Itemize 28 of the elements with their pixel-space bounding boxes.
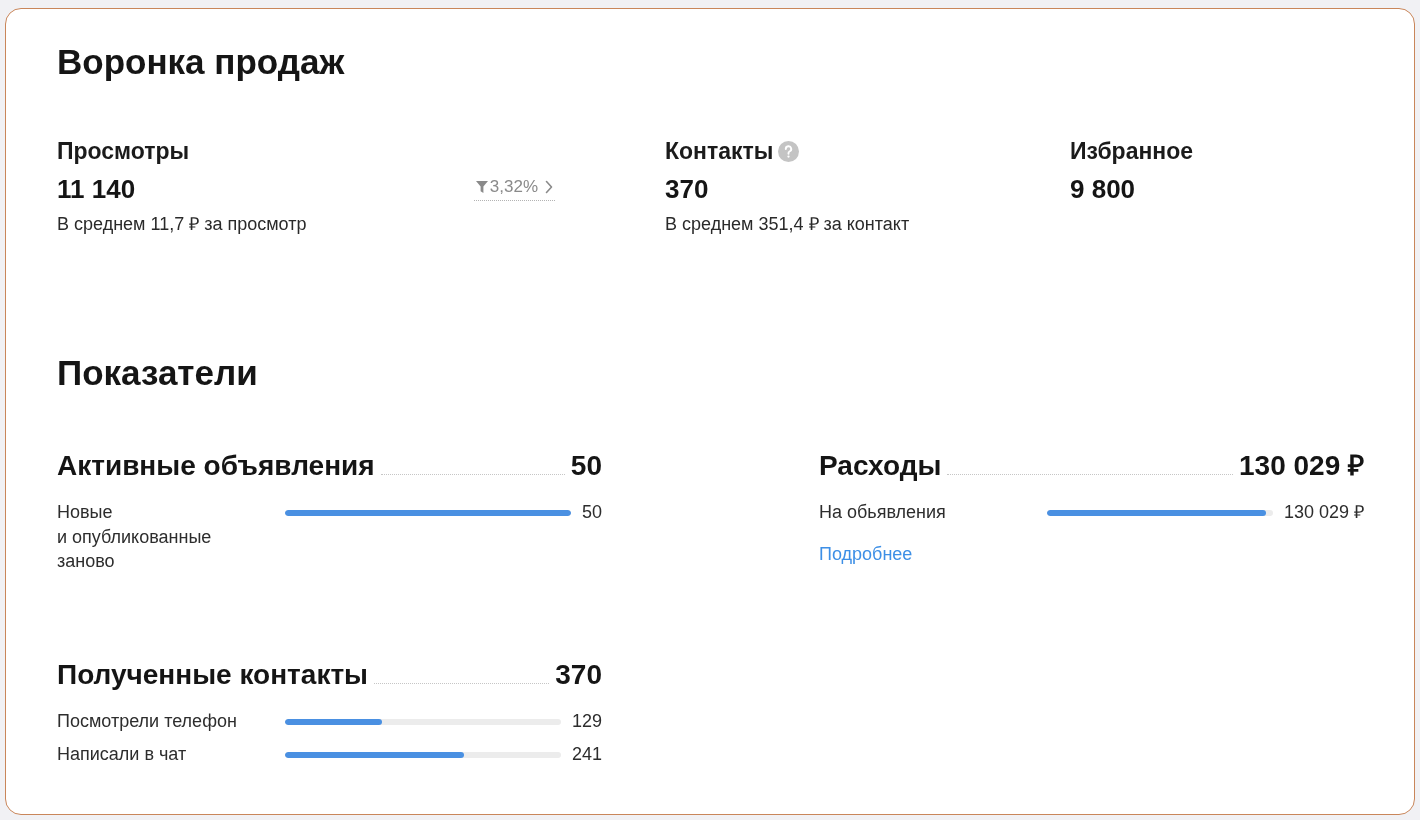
row-value: 129: [571, 709, 602, 733]
metric-label: Избранное: [1070, 138, 1194, 164]
metric-label: Контакты: [665, 138, 774, 164]
section-title: Воронка продаж: [57, 42, 345, 82]
group-title: Расходы: [819, 449, 942, 483]
group-total: 50: [570, 449, 602, 483]
metric-value: 370: [665, 173, 709, 205]
metric-label: Просмотры: [57, 138, 190, 164]
chevron-right-icon: [545, 180, 553, 194]
row-label: На обьявления: [819, 501, 947, 524]
metric-value: 9 800: [1070, 173, 1136, 205]
section-title: Показатели: [57, 353, 258, 393]
group-total: 370: [555, 657, 602, 692]
metric-note: В среднем 351,4 ₽ за контакт: [665, 213, 910, 235]
row-value: 50: [581, 501, 602, 524]
metric-note: В среднем 11,7 ₽ за просмотр: [57, 213, 307, 235]
row-label: Новые и опубликованные заново: [57, 501, 213, 573]
funnel-icon: [475, 181, 488, 193]
group-title: Полученные контакты: [57, 657, 369, 692]
row-value: 241: [571, 743, 602, 766]
row-label: Посмотрели телефон: [57, 709, 238, 733]
row-label: Написали в чат: [57, 743, 188, 766]
group-title: Активные объявления: [57, 449, 375, 483]
row-value: 130 029 ₽: [1283, 501, 1364, 524]
details-link[interactable]: Подробнее: [819, 541, 913, 566]
group-total: 130 029 ₽: [1239, 449, 1364, 483]
conversion-button[interactable]: 3,32%: [473, 177, 555, 201]
metric-value: 11 140: [57, 173, 136, 205]
